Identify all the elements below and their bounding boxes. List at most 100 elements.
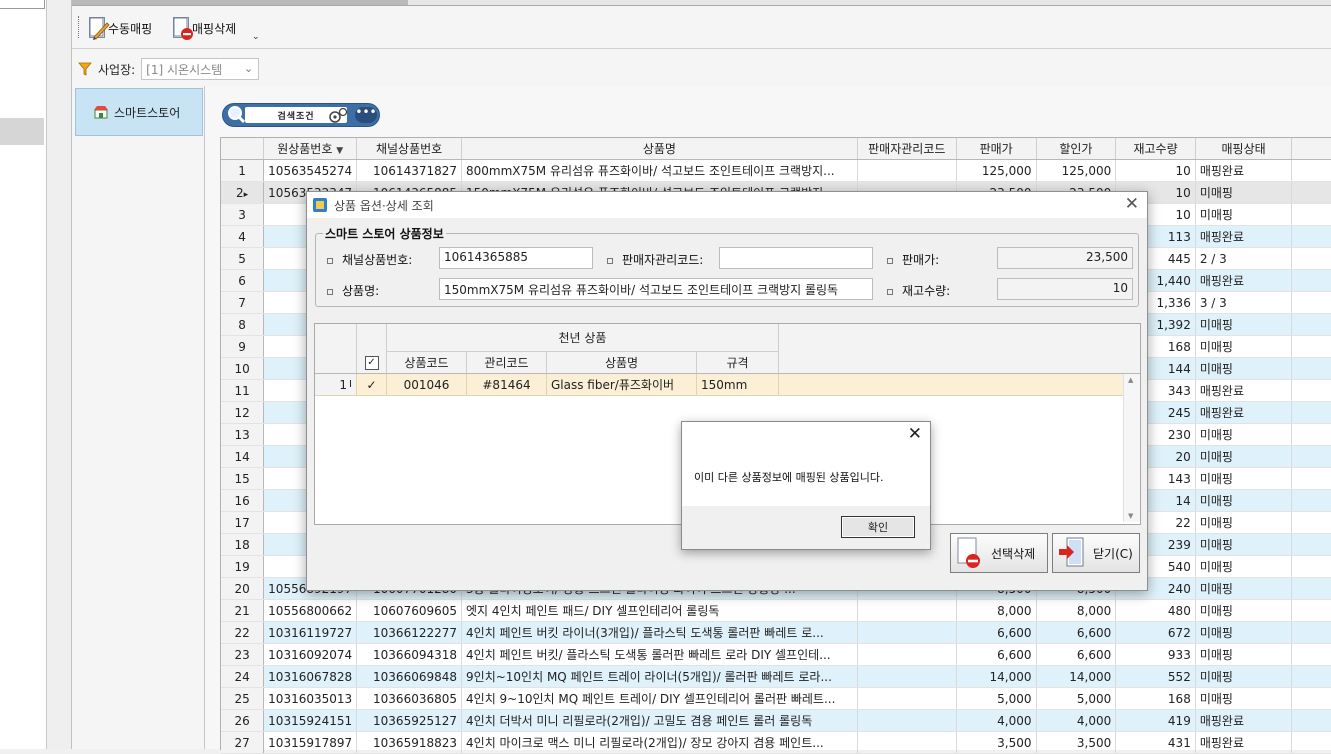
cell-price[interactable]: 6,600 [956, 643, 1037, 666]
cell-name[interactable]: 4인치 9~10인치 MQ 페인트 트레이/ DIY 셀프인테리어 롤러판 빠레… [461, 687, 858, 710]
cell-status[interactable]: 매핑완료 [1195, 269, 1293, 292]
delete-selected-button[interactable]: 선택삭제 [950, 533, 1048, 573]
cell-status[interactable]: 매핑완료 [1195, 709, 1293, 732]
cell-code[interactable] [857, 643, 957, 666]
cell-status[interactable]: 미매핑 [1195, 335, 1293, 358]
subgrid-row[interactable]: 1I ✓ 001046 #81464 Glass fiber/퓨즈화이버 150… [315, 374, 1123, 396]
cell-price[interactable]: 125,000 [956, 159, 1037, 182]
cell-channel[interactable]: 10614371827 [356, 159, 463, 182]
cell-discount[interactable]: 5,000 [1036, 687, 1117, 710]
cell-name[interactable]: 엣지 4인치 페인트 패드/ DIY 셀프인테리어 롤링독 [461, 599, 858, 622]
search-condition-button[interactable]: 검색조건 ••• [222, 103, 380, 127]
table-row[interactable]: 26 10315924151 10365925127 4인치 더박서 미니 리필로라(… [221, 709, 1331, 732]
cell-price[interactable]: 4,000 [956, 709, 1037, 732]
subgrid-header-code[interactable]: 상품코드 [387, 352, 467, 373]
product-name-field[interactable]: 150mmX75M 유리섬유 퓨즈화이바/ 석고보드 조인트테이프 크랙방지 롤… [439, 278, 873, 300]
cell-status[interactable]: 미매핑 [1195, 313, 1293, 336]
subgrid-header-spec[interactable]: 규격 [697, 352, 779, 373]
cell-status[interactable]: 미매핑 [1195, 621, 1293, 644]
row-number[interactable]: 25 [221, 687, 265, 710]
cell-status[interactable]: 미매핑 [1195, 467, 1293, 490]
tab-smartstore[interactable]: 스마트스토어 [75, 88, 203, 136]
row-number[interactable]: 4 [221, 225, 265, 248]
cell-status[interactable]: 매핑완료 [1195, 401, 1293, 424]
cell-status[interactable]: 미매핑 [1195, 357, 1293, 380]
cell-orig[interactable]: 10315917897 [263, 731, 358, 754]
row-number[interactable]: 26 [221, 709, 265, 732]
ok-button[interactable]: 확인 [841, 516, 915, 538]
cell-channel[interactable]: 10365918823 [356, 731, 463, 754]
table-row[interactable]: 1 10563545274 10614371827 800mmX75M 유리섬유 퓨즈… [221, 159, 1331, 182]
cell-name[interactable]: 9인치~10인치 MQ 페인트 트레이 라이너(5개입)/ 롤러판 빠레트 로라… [461, 665, 858, 688]
top-tab-active[interactable] [72, 0, 408, 5]
cell-stock[interactable]: 10 [1115, 159, 1196, 182]
row-number[interactable]: 13 [221, 423, 265, 446]
table-row[interactable]: 24 10316067828 10366069848 9인치~10인치 MQ 페인트 … [221, 665, 1331, 688]
row-number[interactable]: 3 [221, 203, 265, 226]
cell-name[interactable]: 4인치 페인트 버킷/ 플라스틱 도색통 롤러판 빠레트 로라 DIY 셀프인테… [461, 643, 858, 666]
cell-price[interactable]: 8,000 [956, 599, 1037, 622]
row-number[interactable]: 6 [221, 269, 265, 292]
row-number[interactable]: 19 [221, 555, 265, 578]
cell-orig[interactable]: 10315924151 [263, 709, 358, 732]
subgrid-header-mgmt[interactable]: 관리코드 [467, 352, 547, 373]
cell-status[interactable]: 매핑완료 [1195, 159, 1293, 182]
cell-status[interactable]: 3 / 3 [1195, 291, 1293, 314]
left-strip-top-button[interactable] [0, 0, 45, 9]
cell-status[interactable]: 미매핑 [1195, 599, 1293, 622]
cell-channel[interactable]: 10366069848 [356, 665, 463, 688]
subgrid-header-name[interactable]: 상품명 [547, 352, 697, 373]
seller-code-field[interactable] [719, 247, 873, 269]
cell-status[interactable]: 2 / 3 [1195, 247, 1293, 270]
cell-code[interactable] [857, 687, 957, 710]
cell-code[interactable] [857, 731, 957, 754]
table-row[interactable]: 27 10315917897 10365918823 4인치 마이크로 맥스 미니 리… [221, 731, 1331, 754]
cell-channel[interactable]: 10366122277 [356, 621, 463, 644]
dialog-close-icon[interactable]: ✕ [1125, 194, 1139, 214]
header-seller-code[interactable]: 판매자관리코드 [857, 138, 957, 160]
message-close-icon[interactable]: ✕ [908, 424, 922, 444]
row-number[interactable]: 7 [221, 291, 265, 314]
header-price[interactable]: 판매가 [956, 138, 1037, 160]
cell-status[interactable]: 미매핑 [1195, 577, 1293, 600]
manual-mapping-button[interactable]: 수동매핑 [88, 15, 152, 41]
cell-price[interactable]: 6,600 [956, 621, 1037, 644]
cell-status[interactable]: 미매핑 [1195, 555, 1293, 578]
cell-orig[interactable]: 10316067828 [263, 665, 358, 688]
channel-product-no-field[interactable]: 10614365885 [439, 247, 593, 269]
row-number[interactable]: 20 [221, 577, 265, 600]
subgrid-scrollbar[interactable]: ▲ ▼ [1123, 374, 1140, 522]
cell-stock[interactable]: 480 [1115, 599, 1196, 622]
cell-code[interactable] [857, 709, 957, 732]
header-product-name[interactable]: 상품명 [461, 138, 858, 160]
cell-status[interactable]: 미매핑 [1195, 445, 1293, 468]
cell-code[interactable] [857, 621, 957, 644]
price-field[interactable]: 23,500 [997, 247, 1133, 269]
left-strip-selected-item[interactable] [0, 118, 44, 145]
row-number[interactable]: 5 [221, 247, 265, 270]
cell-code[interactable] [857, 159, 957, 182]
header-channel-product-no[interactable]: 채널상품번호 [356, 138, 463, 160]
splitter[interactable] [47, 0, 72, 749]
delete-mapping-button[interactable]: 매핑삭제 [172, 15, 236, 41]
scroll-up-icon[interactable]: ▲ [1128, 376, 1133, 384]
row-number[interactable]: 22 [221, 621, 265, 644]
row-number[interactable]: 10 [221, 357, 265, 380]
cell-orig[interactable]: 10563545274 [263, 159, 358, 182]
cell-discount[interactable]: 8,000 [1036, 599, 1117, 622]
row-number[interactable]: 18 [221, 533, 265, 556]
row-number[interactable]: 12 [221, 401, 265, 424]
row-number[interactable]: 17 [221, 511, 265, 534]
cell-orig[interactable]: 10316092074 [263, 643, 358, 666]
cell-code[interactable] [857, 665, 957, 688]
row-number[interactable]: 2▸ [221, 181, 265, 204]
cell-channel[interactable]: 10366094318 [356, 643, 463, 666]
cell-orig[interactable]: 10316035013 [263, 687, 358, 710]
cell-status[interactable]: 매핑완료 [1195, 379, 1293, 402]
row-checkbox[interactable]: ✓ [357, 374, 387, 395]
cell-status[interactable]: 매핑완료 [1195, 731, 1293, 754]
cell-status[interactable]: 미매핑 [1195, 423, 1293, 446]
cell-price[interactable]: 14,000 [956, 665, 1037, 688]
cell-status[interactable]: 미매핑 [1195, 665, 1293, 688]
row-number[interactable]: 16 [221, 489, 265, 512]
